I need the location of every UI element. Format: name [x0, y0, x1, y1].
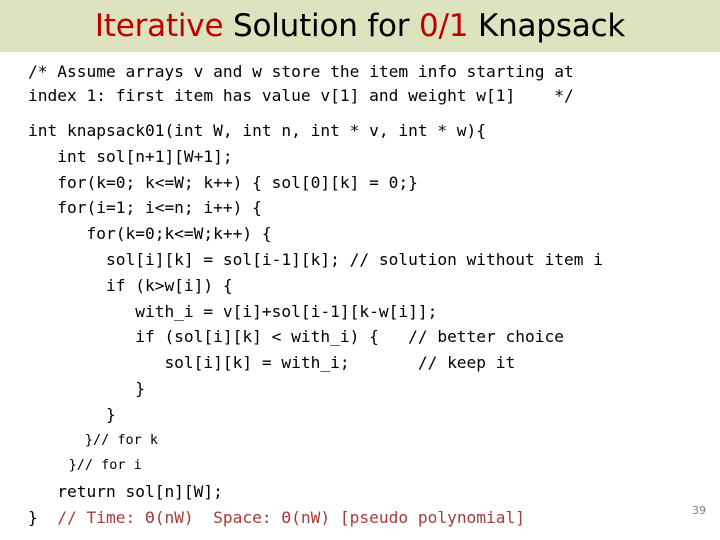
complexity-comment: // Time: Θ(nW) Space: Θ(nW) [pseudo poly…	[37, 507, 526, 527]
code-line: sol[i][k] = sol[i-1][k]; // solution wit…	[28, 249, 603, 269]
code-line: for(k=0; k<=W; k++) { sol[0][k] = 0;}	[28, 172, 418, 192]
comment-block: /* Assume arrays v and w store the item …	[0, 60, 720, 108]
code-line: for(k=0;k<=W;k++) {	[28, 224, 272, 244]
comment-line: /* Assume arrays v and w store the item …	[28, 62, 574, 81]
code-line: return sol[n][W];	[28, 482, 223, 502]
code-line-final: } // Time: Θ(nW) Space: Θ(nW) [pseudo po…	[0, 505, 720, 531]
page-title-part-zero-one: 0/1	[419, 7, 469, 44]
code-line: with_i = v[i]+sol[i-1][k-w[i]];	[28, 301, 438, 321]
code-line: if (k>w[i]) {	[28, 275, 233, 295]
code-line: }// for k	[28, 431, 159, 448]
page-title-part-knapsack: Knapsack	[468, 7, 626, 44]
code-line: int sol[n+1][W+1];	[28, 146, 233, 166]
page-title: Iterative Solution for 0/1 Knapsack	[94, 7, 626, 44]
code-line: if (sol[i][k] < with_i) { // better choi…	[28, 327, 565, 347]
code-line: sol[i][k] = with_i; // keep it	[28, 353, 516, 373]
code-line: }	[28, 404, 116, 424]
code-listing: /* Assume arrays v and w store the item …	[0, 52, 720, 540]
code-line: int knapsack01(int W, int n, int * v, in…	[28, 121, 487, 140]
code-line: for(i=1; i<=n; i++) {	[28, 198, 262, 218]
code-line: }// for i	[28, 457, 142, 474]
code-line: }	[28, 378, 145, 398]
page-number: 39	[692, 504, 706, 517]
title-band: Iterative Solution for 0/1 Knapsack	[0, 0, 720, 52]
comment-line: index 1: first item has value v[1] and w…	[28, 86, 574, 105]
page-title-part-solution-for: Solution for	[223, 7, 420, 44]
closing-brace: }	[28, 507, 38, 527]
page-title-part-iterative: Iterative	[94, 7, 224, 44]
